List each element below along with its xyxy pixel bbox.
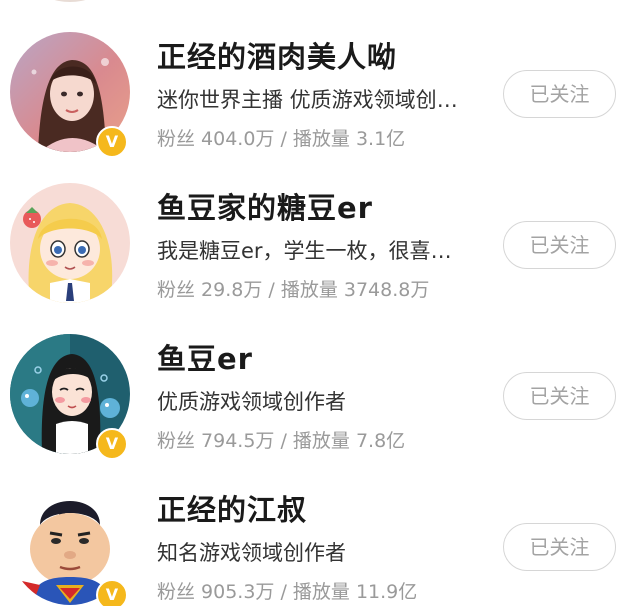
creator-stats: 粉丝 29.8万 / 播放量 3748.8万	[157, 279, 430, 301]
verified-badge-icon: V	[96, 428, 128, 460]
creator-row[interactable]: 鱼豆家的糖豆er 我是糖豆er，学生一枚，很喜欢游戏 粉丝 29.8万 / 播放…	[0, 183, 640, 333]
creator-name[interactable]: 鱼豆er	[157, 336, 253, 378]
avatar[interactable]: V	[10, 334, 130, 460]
creator-description: 迷你世界主播 优质游戏领域创作者	[157, 88, 467, 112]
following-button[interactable]: 已关注	[503, 372, 616, 420]
creator-description: 优质游戏领域创作者	[157, 390, 346, 414]
creator-stats: 粉丝 905.3万 / 播放量 11.9亿	[157, 581, 418, 603]
partial-avatar	[10, 0, 130, 2]
creator-list: V 正经的酒肉美人呦 迷你世界主播 优质游戏领域创作者 粉丝 404.0万 / …	[0, 0, 640, 606]
creator-row[interactable]: V 正经的江叔 知名游戏领域创作者 粉丝 905.3万 / 播放量 11.9亿 …	[0, 485, 640, 606]
creator-stats: 粉丝 794.5万 / 播放量 7.8亿	[157, 430, 406, 452]
creator-name[interactable]: 鱼豆家的糖豆er	[157, 185, 373, 227]
verified-badge-icon: V	[96, 579, 128, 606]
creator-row[interactable]: V 正经的酒肉美人呦 迷你世界主播 优质游戏领域创作者 粉丝 404.0万 / …	[0, 32, 640, 182]
creator-description: 知名游戏领域创作者	[157, 541, 346, 565]
avatar[interactable]: V	[10, 32, 130, 158]
following-button[interactable]: 已关注	[503, 221, 616, 269]
avatar[interactable]: V	[10, 485, 130, 606]
anime-girl-icon	[10, 183, 130, 303]
verified-badge-icon: V	[96, 126, 128, 158]
creator-name[interactable]: 正经的江叔	[157, 487, 307, 529]
following-button[interactable]: 已关注	[503, 70, 616, 118]
creator-row[interactable]: V 鱼豆er 优质游戏领域创作者 粉丝 794.5万 / 播放量 7.8亿 已关…	[0, 334, 640, 484]
creator-description: 我是糖豆er，学生一枚，很喜欢游戏	[157, 239, 467, 263]
following-button[interactable]: 已关注	[503, 523, 616, 571]
creator-name[interactable]: 正经的酒肉美人呦	[157, 34, 397, 76]
creator-stats: 粉丝 404.0万 / 播放量 3.1亿	[157, 128, 406, 150]
avatar[interactable]	[10, 183, 130, 303]
